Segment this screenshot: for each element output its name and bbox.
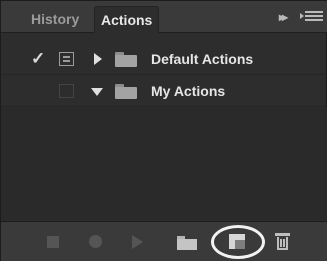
play-icon[interactable] (132, 235, 143, 249)
actions-panel: History Actions ▸▸ ✓ Default Actions My … (0, 0, 327, 261)
dialog-toggle-icon[interactable] (59, 52, 74, 66)
action-set-label[interactable]: My Actions (151, 83, 225, 99)
double-chevron-right-icon[interactable]: ▸▸ (279, 9, 288, 25)
folder-icon (115, 52, 137, 67)
checkmark-icon[interactable]: ✓ (31, 49, 45, 69)
record-icon[interactable] (89, 235, 102, 248)
action-set-label[interactable]: Default Actions (151, 51, 253, 67)
tab-actions[interactable]: Actions (94, 6, 160, 33)
tab-history[interactable]: History (25, 6, 85, 33)
collapse-triangle-icon[interactable] (91, 88, 103, 96)
expand-triangle-icon[interactable] (94, 53, 102, 65)
action-set-row[interactable]: ✓ Default Actions (1, 43, 327, 75)
dialog-toggle-empty-icon[interactable] (59, 84, 74, 98)
panel-tab-bar: History Actions ▸▸ (1, 1, 327, 33)
actions-list-empty-area (1, 108, 327, 220)
trash-icon[interactable] (275, 233, 290, 250)
new-set-folder-icon[interactable] (177, 236, 197, 250)
actions-toolbar (1, 221, 327, 261)
stop-icon[interactable] (47, 236, 59, 248)
new-action-icon[interactable] (229, 234, 245, 249)
panel-menu-icon[interactable] (300, 9, 323, 25)
folder-icon (115, 84, 137, 99)
action-set-row[interactable]: My Actions (1, 75, 327, 107)
